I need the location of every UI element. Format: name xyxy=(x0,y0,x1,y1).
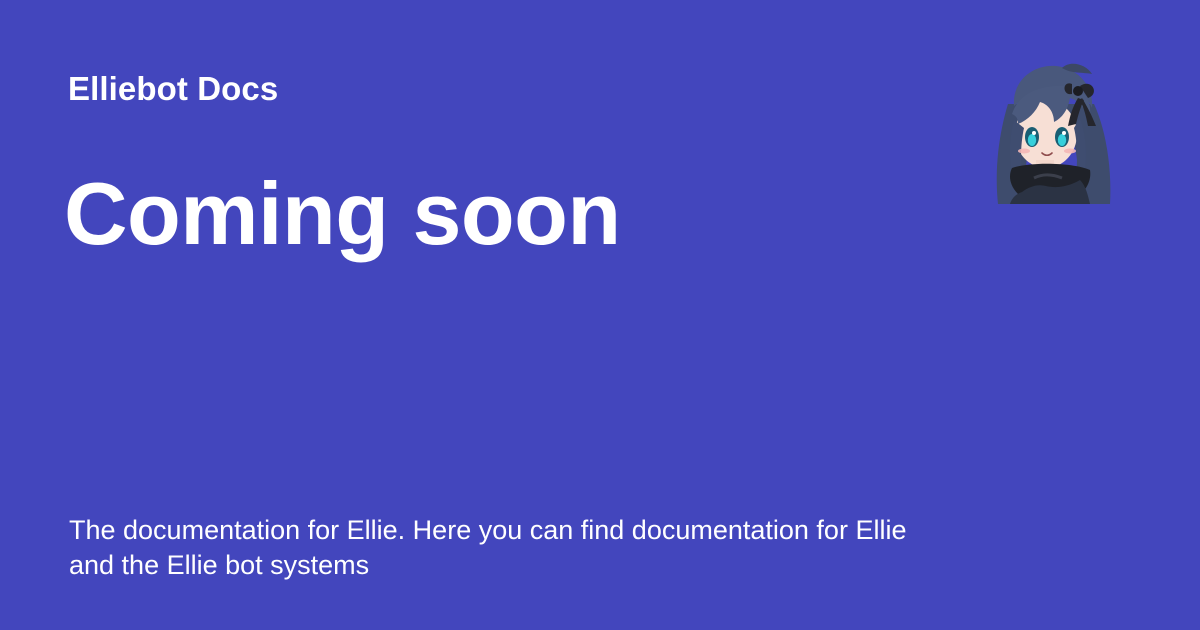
page-description: The documentation for Ellie. Here you ca… xyxy=(69,515,907,580)
site-title: Elliebot Docs xyxy=(68,70,279,107)
anime-girl-avatar-icon xyxy=(990,60,1114,204)
page-title: Coming soon xyxy=(64,164,621,263)
og-card: Elliebot Docs Coming soon The documentat… xyxy=(0,0,1200,630)
